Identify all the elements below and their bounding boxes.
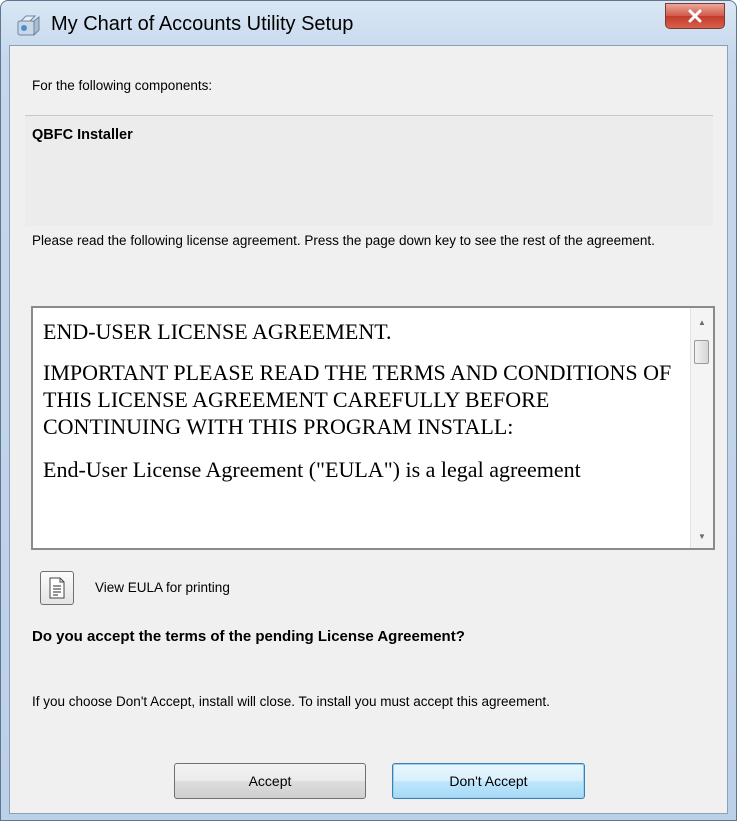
decline-note: If you choose Don't Accept, install will… — [32, 694, 550, 709]
document-icon — [49, 577, 65, 599]
eula-paragraph: END-USER LICENSE AGREEMENT. — [43, 319, 392, 344]
eula-text-area[interactable]: END-USER LICENSE AGREEMENT. IMPORTANT PL… — [31, 306, 715, 550]
eula-content: END-USER LICENSE AGREEMENT. IMPORTANT PL… — [43, 318, 683, 497]
accept-button[interactable]: Accept — [174, 763, 366, 799]
close-button[interactable] — [665, 3, 725, 29]
accept-question: Do you accept the terms of the pending L… — [32, 628, 465, 645]
component-item: QBFC Installer — [32, 127, 133, 143]
eula-scrollbar[interactable]: ▲ ▼ — [690, 308, 713, 548]
view-eula-print-button[interactable] — [40, 571, 74, 605]
scroll-thumb[interactable] — [694, 340, 709, 364]
components-heading: For the following components: — [32, 78, 213, 93]
title-bar[interactable]: My Chart of Accounts Utility Setup — [1, 1, 736, 45]
eula-paragraph: End-User License Agreement ("EULA") is a… — [43, 457, 581, 482]
scroll-down-arrow-icon[interactable]: ▼ — [691, 526, 713, 546]
window-title: My Chart of Accounts Utility Setup — [51, 13, 354, 35]
close-icon — [688, 9, 702, 23]
instructions-text: Please read the following license agreem… — [32, 233, 655, 248]
eula-paragraph: IMPORTANT PLEASE READ THE TERMS AND COND… — [43, 360, 672, 439]
dont-accept-button[interactable]: Don't Accept — [392, 763, 585, 799]
view-eula-print-label[interactable]: View EULA for printing — [95, 580, 230, 595]
installer-icon — [17, 15, 40, 37]
scroll-up-arrow-icon[interactable]: ▲ — [691, 312, 713, 332]
